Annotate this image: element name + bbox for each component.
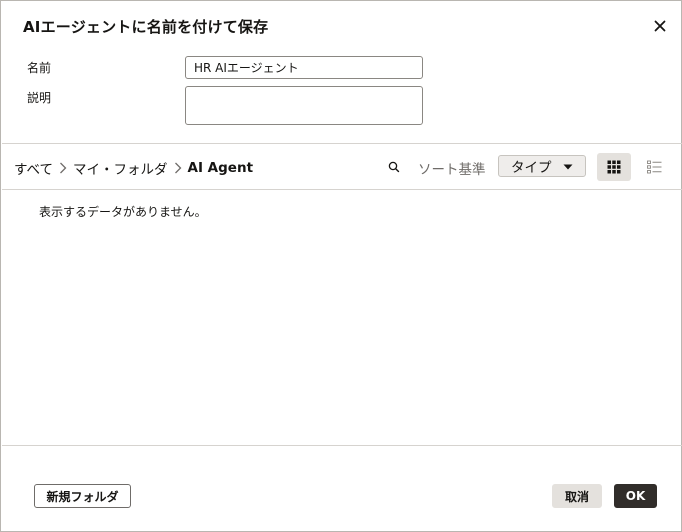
description-field[interactable] (185, 86, 423, 125)
caret-down-icon (563, 164, 573, 170)
divider-footer (2, 445, 682, 446)
name-label: 名前 (27, 61, 52, 75)
name-field[interactable] (185, 56, 423, 79)
grid-view-icon (607, 160, 621, 174)
empty-message: 表示するデータがありません。 (39, 205, 207, 219)
dialog-title: AIエージェントに名前を付けて保存 (23, 18, 269, 36)
breadcrumb-my-folders[interactable]: マイ・フォルダ (73, 158, 168, 178)
divider-toolbar (2, 189, 682, 190)
breadcrumb-ai-agent: AI Agent (187, 160, 254, 176)
chevron-right-icon (59, 162, 67, 174)
chevron-right-icon (174, 162, 182, 174)
close-button[interactable] (649, 15, 671, 37)
breadcrumb: すべて マイ・フォルダ AI Agent (14, 158, 253, 178)
close-icon (654, 20, 666, 32)
list-view-icon (646, 160, 661, 174)
search-icon[interactable] (387, 159, 401, 173)
grid-view-button[interactable] (597, 153, 631, 181)
ok-button[interactable]: OK (614, 484, 657, 508)
sort-select[interactable]: タイプ (498, 155, 586, 177)
sort-label: ソート基準 (418, 162, 486, 178)
list-view-button[interactable] (639, 153, 669, 181)
cancel-button[interactable]: 取消 (552, 484, 602, 508)
divider-top (2, 143, 682, 144)
save-ai-agent-dialog: AIエージェントに名前を付けて保存 名前 説明 すべて マイ・フォルダ AI A… (0, 0, 682, 532)
description-label: 説明 (27, 91, 52, 105)
sort-value: タイプ (511, 160, 552, 176)
new-folder-button[interactable]: 新規フォルダ (34, 484, 131, 508)
breadcrumb-all[interactable]: すべて (14, 158, 53, 178)
